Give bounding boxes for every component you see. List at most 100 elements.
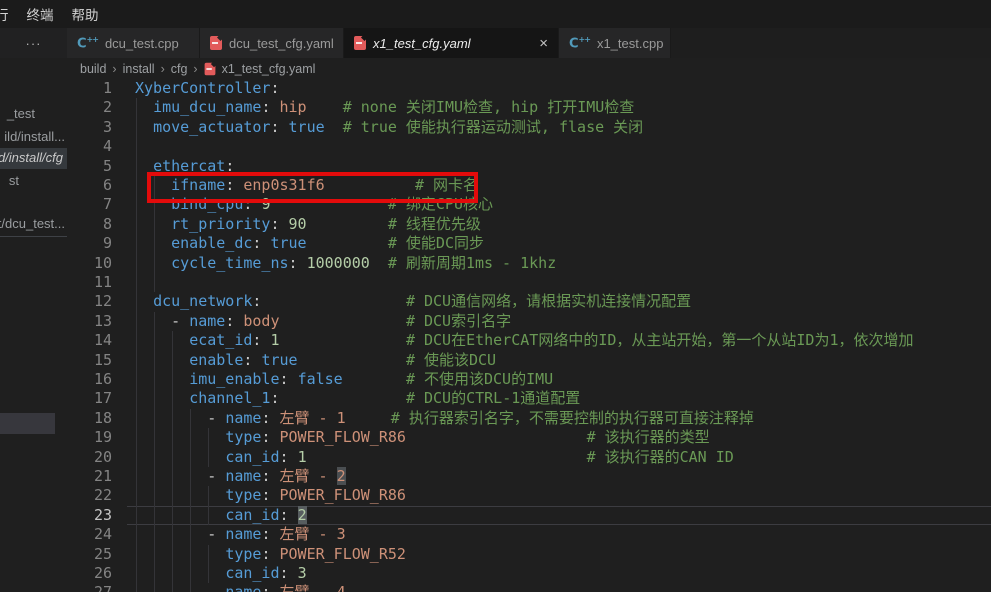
line-number: 15 — [67, 351, 112, 370]
menu-item-帮助[interactable]: 帮助 — [63, 4, 108, 24]
tab-dcu_test_cfg.yaml[interactable]: dcu_test_cfg.yaml — [200, 28, 344, 58]
code-line[interactable]: - name: 左臂 - 3 — [135, 525, 346, 544]
code-editor[interactable]: 1 XyberController: 2 imu_dcu_name: hip # n… — [67, 79, 991, 592]
code-token — [135, 448, 225, 466]
code-token: - — [207, 525, 225, 543]
code-token: 左臂 - 3 — [280, 525, 346, 543]
sidebar-item[interactable]: t/dcu_test... — [0, 214, 65, 234]
breadcrumb-item-cfg[interactable]: cfg — [171, 62, 188, 76]
code-token: # DCU通信网络，请根据实机连接情况配置 — [406, 292, 691, 310]
code-token: - — [207, 467, 225, 485]
code-line[interactable]: - name: body # DCU索引名字 — [135, 312, 511, 331]
code-token — [270, 525, 279, 543]
code-token: 左臂 - — [280, 467, 337, 485]
chevron-right-icon: › — [193, 62, 197, 76]
code-token — [135, 118, 153, 136]
sidebar-selection-bar[interactable] — [0, 413, 55, 434]
code-line[interactable]: imu_dcu_name: hip # none 关闭IMU检查, hip 打开… — [135, 98, 634, 117]
code-token: - — [171, 312, 189, 330]
sidebar-item[interactable]: st — [9, 171, 19, 191]
tab-overflow-button[interactable]: ··· — [0, 28, 67, 58]
code-token — [289, 506, 298, 524]
close-icon[interactable]: × — [531, 35, 548, 52]
code-token: : — [280, 564, 289, 582]
line-number: 21 — [67, 467, 112, 486]
code-token — [270, 428, 279, 446]
code-token: # DCU的CTRL-1通道配置 — [406, 389, 580, 407]
breadcrumb-item-build[interactable]: build — [80, 62, 106, 76]
code-token: 1 — [298, 448, 307, 466]
code-line[interactable]: - name: 左臂 - 2 — [135, 467, 346, 486]
code-token — [135, 545, 225, 563]
line-number: 25 — [67, 545, 112, 564]
occurrence-highlight: 2 — [298, 506, 307, 524]
code-line[interactable]: can_id: 1 # 该执行器的CAN ID — [135, 448, 734, 467]
line-number: 6 — [67, 176, 112, 195]
code-token: can_id — [225, 564, 279, 582]
code-line[interactable]: type: POWER_FLOW_R52 — [135, 545, 406, 564]
breadcrumb-file[interactable]: x1_test_cfg.yaml — [222, 62, 316, 76]
code-token — [270, 409, 279, 427]
ellipsis-icon: ··· — [26, 36, 42, 51]
code-token — [135, 351, 189, 369]
code-line[interactable]: enable: true # 使能该DCU — [135, 351, 496, 370]
chevron-right-icon: › — [161, 62, 165, 76]
code-line[interactable]: rt_priority: 90 # 线程优先级 — [135, 215, 481, 234]
code-token — [135, 389, 189, 407]
tab-dcu_test.cpp[interactable]: C++ dcu_test.cpp — [67, 28, 200, 58]
code-token: rt_priority — [171, 215, 270, 233]
code-token — [307, 98, 343, 116]
line-number: 22 — [67, 486, 112, 505]
red-annotation-box — [147, 172, 478, 203]
line-number: 26 — [67, 564, 112, 583]
line-number: 14 — [67, 331, 112, 350]
sidebar-item[interactable]: _test — [7, 104, 35, 124]
code-token — [135, 234, 171, 252]
cpp-file-icon: C++ — [77, 36, 98, 50]
code-token — [406, 428, 587, 446]
code-line[interactable]: can_id: 2 — [135, 506, 307, 525]
sidebar-item[interactable]: ild/install... — [4, 127, 65, 147]
tab-bar: ··· C++ dcu_test.cpp dcu_test_cfg.yamlx1_t… — [0, 28, 991, 58]
code-token: : — [270, 118, 279, 136]
code-line[interactable]: imu_enable: false # 不使用该DCU的IMU — [135, 370, 553, 389]
code-line[interactable]: - name: 左臂 - 4 — [135, 583, 346, 592]
line-number: 11 — [67, 273, 112, 292]
line-number: 19 — [67, 428, 112, 447]
code-token: # DCU索引名字 — [406, 312, 511, 330]
code-token: hip — [280, 98, 307, 116]
code-line[interactable]: - name: 左臂 - 1 # 执行器索引名字，不需要控制的执行器可直接注释掉 — [135, 409, 754, 428]
menu-item-行[interactable]: 行 — [0, 4, 18, 24]
sidebar-item-selected[interactable]: d/install/cfg — [0, 148, 67, 169]
tab-label: dcu_test.cpp — [105, 36, 179, 51]
code-token — [135, 409, 207, 427]
tab-x1_test.cpp[interactable]: C++x1_test.cpp — [559, 28, 671, 58]
code-token — [289, 564, 298, 582]
code-line[interactable]: dcu_network: # DCU通信网络，请根据实机连接情况配置 — [135, 292, 691, 311]
code-line[interactable]: channel_1: # DCU的CTRL-1通道配置 — [135, 389, 580, 408]
editor-column: build›install›cfg›x1_test_cfg.yaml 1Xybe… — [67, 58, 991, 592]
code-line[interactable]: can_id: 3 — [135, 564, 307, 583]
tab-x1_test_cfg.yaml[interactable]: x1_test_cfg.yaml× — [344, 28, 559, 58]
work-row: _test ild/install...d/install/cfgst t/dcu_… — [0, 58, 991, 592]
code-line[interactable]: cycle_time_ns: 1000000 # 刷新周期1ms - 1khz — [135, 254, 556, 273]
code-token — [135, 525, 207, 543]
code-line[interactable]: type: POWER_FLOW_R86 # 该执行器的类型 — [135, 428, 710, 447]
sidebar: _test ild/install...d/install/cfgst t/dcu_… — [0, 58, 67, 592]
code-line[interactable]: move_actuator: true # true 使能执行器运动测试, fl… — [135, 118, 643, 137]
code-token: can_id — [225, 506, 279, 524]
line-number: 7 — [67, 195, 112, 214]
code-token: # DCU在EtherCAT网络中的ID，从主站开始，第一个从站ID为1，依次增… — [406, 331, 914, 349]
code-line[interactable]: type: POWER_FLOW_R86 — [135, 486, 406, 505]
code-line[interactable]: enable_dc: true # 使能DC同步 — [135, 234, 484, 253]
breadcrumb-item-install[interactable]: install — [123, 62, 155, 76]
code-token: 3 — [298, 564, 307, 582]
code-token: type — [225, 545, 261, 563]
code-line[interactable]: ecat_id: 1 # DCU在EtherCAT网络中的ID，从主站开始，第一… — [135, 331, 914, 350]
code-token: 90 — [289, 215, 307, 233]
code-token — [346, 409, 391, 427]
code-line[interactable]: XyberController: — [135, 79, 280, 98]
line-number: 3 — [67, 118, 112, 137]
menu-item-终端[interactable]: 终端 — [18, 4, 63, 24]
indent-guide — [154, 273, 155, 292]
